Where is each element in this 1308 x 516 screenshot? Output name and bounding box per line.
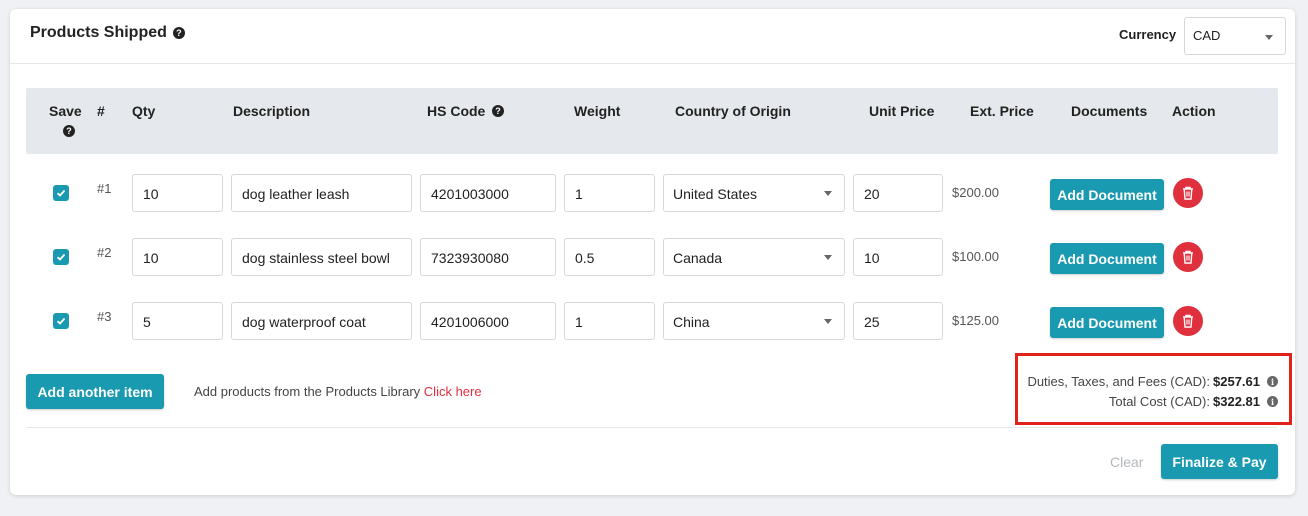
unit-price-input[interactable]: 10: [853, 238, 943, 276]
qty-input[interactable]: 5: [132, 302, 223, 340]
ext-price: $200.00: [952, 185, 999, 200]
column-header-weight: Weight: [574, 103, 621, 119]
question-circle-icon[interactable]: ?: [172, 27, 185, 39]
trash-icon: [1183, 186, 1193, 200]
chevron-down-icon: [824, 319, 832, 324]
currency-select[interactable]: CAD: [1184, 17, 1286, 55]
footer-divider: [26, 427, 1278, 428]
column-header-hs-code: HS Code: [427, 103, 486, 119]
table-row: #2 10 dog stainless steel bowl 732393008…: [10, 237, 1295, 277]
check-icon: [56, 253, 66, 261]
delete-row-button[interactable]: [1173, 242, 1203, 272]
table-row: #1 10 dog leather leash 4201003000 1 Uni…: [10, 173, 1295, 213]
delete-row-button[interactable]: [1173, 178, 1203, 208]
products-library-text: Add products from the Products Library: [194, 384, 421, 399]
country-value: United States: [673, 186, 758, 202]
column-header-ext-price: Ext. Price: [970, 103, 1034, 119]
column-header-country: Country of Origin: [675, 103, 791, 119]
unit-price-input[interactable]: 20: [853, 174, 943, 212]
add-document-button[interactable]: Add Document: [1050, 307, 1164, 338]
weight-input[interactable]: 0.5: [564, 238, 655, 276]
question-circle-icon[interactable]: ?: [492, 105, 504, 117]
row-number: #3: [97, 309, 112, 324]
weight-input[interactable]: 1: [564, 302, 655, 340]
add-document-button[interactable]: Add Document: [1050, 179, 1164, 210]
row-number: #2: [97, 245, 112, 260]
products-library-prompt: Add products from the Products Library C…: [194, 384, 482, 399]
currency-value: CAD: [1193, 28, 1221, 43]
total-cost-line: Total Cost (CAD): $322.81 i: [1109, 394, 1278, 409]
row-number: #1: [97, 181, 112, 196]
check-icon: [56, 317, 66, 325]
table-row: #3 5 dog waterproof coat 4201006000 1 Ch…: [10, 301, 1295, 341]
country-select[interactable]: Canada: [663, 238, 845, 276]
column-header-unit-price: Unit Price: [869, 103, 935, 119]
column-header-qty: Qty: [132, 103, 156, 119]
add-another-item-button[interactable]: Add another item: [26, 374, 164, 409]
hs-code-input[interactable]: 4201006000: [420, 302, 556, 340]
duties-line: Duties, Taxes, and Fees (CAD): $257.61 i: [1027, 374, 1278, 389]
chevron-down-icon: [824, 191, 832, 196]
qty-input[interactable]: 10: [132, 238, 223, 276]
page-title: Products Shipped: [30, 24, 167, 41]
check-icon: [56, 189, 66, 197]
country-value: Canada: [673, 250, 723, 266]
duties-value: $257.61: [1213, 374, 1260, 389]
description-input[interactable]: dog leather leash: [231, 174, 412, 212]
country-select[interactable]: United States: [663, 174, 845, 212]
column-header-save: Save: [49, 103, 82, 119]
info-icon[interactable]: i: [1267, 396, 1278, 407]
products-library-link[interactable]: Click here: [424, 384, 482, 399]
chevron-down-icon: [824, 255, 832, 260]
chevron-down-icon: [1265, 35, 1273, 40]
clear-button[interactable]: Clear: [1110, 454, 1143, 470]
trash-icon: [1183, 314, 1193, 328]
country-select[interactable]: China: [663, 302, 845, 340]
title-wrap: Products Shipped ?: [30, 24, 185, 42]
column-header-documents: Documents: [1071, 103, 1148, 119]
table-header: Save ? # Qty Description HS Code ? Weigh…: [26, 88, 1278, 154]
hs-code-input[interactable]: 4201003000: [420, 174, 556, 212]
finalize-pay-button[interactable]: Finalize & Pay: [1161, 444, 1278, 479]
ext-price: $100.00: [952, 249, 999, 264]
save-checkbox[interactable]: [53, 313, 69, 329]
column-header-action: Action: [1172, 103, 1216, 119]
duties-label: Duties, Taxes, and Fees (CAD):: [1027, 374, 1210, 389]
ext-price: $125.00: [952, 313, 999, 328]
card-header: Products Shipped ? Currency CAD: [10, 9, 1295, 64]
info-icon[interactable]: i: [1267, 376, 1278, 387]
unit-price-input[interactable]: 25: [853, 302, 943, 340]
currency-label: Currency: [1119, 27, 1177, 42]
column-header-number: #: [97, 103, 105, 119]
question-circle-icon[interactable]: ?: [63, 125, 75, 137]
save-checkbox[interactable]: [53, 185, 69, 201]
hs-code-input[interactable]: 7323930080: [420, 238, 556, 276]
total-cost-value: $322.81: [1213, 394, 1260, 409]
delete-row-button[interactable]: [1173, 306, 1203, 336]
qty-input[interactable]: 10: [132, 174, 223, 212]
products-shipped-card: Products Shipped ? Currency CAD Save ? #…: [10, 9, 1295, 495]
country-value: China: [673, 314, 710, 330]
weight-input[interactable]: 1: [564, 174, 655, 212]
save-checkbox[interactable]: [53, 249, 69, 265]
total-cost-label: Total Cost (CAD):: [1108, 394, 1210, 409]
totals-highlight-box: Duties, Taxes, and Fees (CAD): $257.61 i…: [1015, 353, 1292, 425]
add-document-button[interactable]: Add Document: [1050, 243, 1164, 274]
description-input[interactable]: dog waterproof coat: [231, 302, 412, 340]
column-header-description: Description: [233, 103, 311, 119]
description-input[interactable]: dog stainless steel bowl: [231, 238, 412, 276]
trash-icon: [1183, 250, 1193, 264]
